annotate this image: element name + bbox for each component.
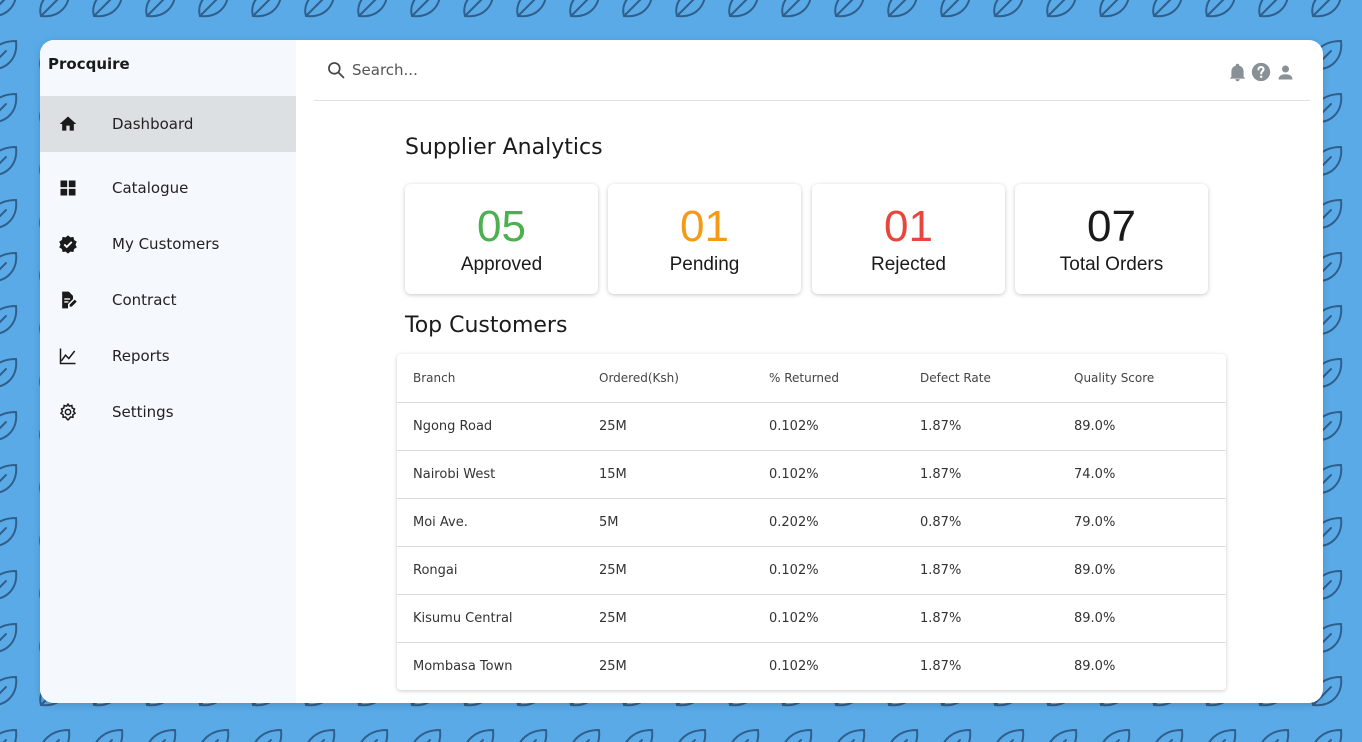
column-header-ordered[interactable]: Ordered(Ksh) bbox=[583, 354, 753, 403]
cell-returned: 0.102% bbox=[753, 450, 904, 499]
sidebar-item-label: My Customers bbox=[112, 235, 220, 253]
cell-branch: Moi Ave. bbox=[397, 498, 583, 547]
column-header-defect-rate[interactable]: Defect Rate bbox=[904, 354, 1058, 403]
sidebar-item-label: Reports bbox=[112, 347, 170, 365]
header-actions bbox=[1226, 61, 1296, 83]
column-header-quality-score[interactable]: Quality Score bbox=[1058, 354, 1226, 403]
sidebar-item-label: Contract bbox=[112, 291, 177, 309]
gear-icon bbox=[58, 402, 78, 422]
cell-defect-rate: 1.87% bbox=[904, 402, 1058, 451]
home-icon bbox=[58, 114, 78, 134]
stat-label: Approved bbox=[460, 254, 543, 275]
sidebar-item-dashboard[interactable]: Dashboard bbox=[40, 96, 296, 152]
brand-logo: Procquire bbox=[48, 55, 130, 73]
cell-defect-rate: 0.87% bbox=[904, 498, 1058, 547]
table-header-row: Branch Ordered(Ksh) % Returned Defect Ra… bbox=[397, 354, 1226, 403]
stat-card-pending: 01 Pending bbox=[608, 184, 801, 294]
cell-branch: Nairobi West bbox=[397, 450, 583, 499]
cell-branch: Ngong Road bbox=[397, 402, 583, 451]
sidebar-item-catalogue[interactable]: Catalogue bbox=[40, 160, 296, 216]
user-icon[interactable] bbox=[1274, 61, 1296, 83]
app-window: Procquire Dashboard Catalogue My Custome… bbox=[40, 40, 1323, 703]
sidebar-item-my-customers[interactable]: My Customers bbox=[40, 216, 296, 272]
top-bar bbox=[314, 40, 1310, 101]
cell-quality-score: 89.0% bbox=[1058, 402, 1226, 451]
table-row[interactable]: Mombasa Town 25M 0.102% 1.87% 89.0% bbox=[397, 642, 1226, 690]
stat-value: 07 bbox=[1087, 202, 1136, 251]
help-icon[interactable] bbox=[1250, 61, 1272, 83]
line-chart-icon bbox=[58, 346, 78, 366]
sidebar-item-label: Dashboard bbox=[112, 115, 194, 133]
bell-icon[interactable] bbox=[1226, 61, 1248, 83]
sidebar: Procquire Dashboard Catalogue My Custome… bbox=[40, 40, 296, 703]
sidebar-item-reports[interactable]: Reports bbox=[40, 328, 296, 384]
document-edit-icon bbox=[58, 290, 78, 310]
cell-ordered: 15M bbox=[583, 450, 753, 499]
cell-ordered: 5M bbox=[583, 498, 753, 547]
stat-card-rejected: 01 Rejected bbox=[812, 184, 1005, 294]
supplier-analytics-title: Supplier Analytics bbox=[405, 135, 603, 160]
cell-ordered: 25M bbox=[599, 658, 627, 674]
cell-returned: 0.202% bbox=[753, 498, 904, 547]
cell-branch: Rongai bbox=[397, 546, 583, 595]
table-row[interactable]: Kisumu Central 25M 0.102% 1.87% 89.0% bbox=[397, 594, 1226, 643]
table-row[interactable]: Ngong Road 25M 0.102% 1.87% 89.0% bbox=[397, 402, 1226, 451]
column-header-branch[interactable]: Branch bbox=[397, 354, 583, 403]
cell-defect-rate: 1.87% bbox=[904, 594, 1058, 643]
cell-returned: 0.102% bbox=[753, 546, 904, 595]
cell-branch: Kisumu Central bbox=[397, 594, 583, 643]
cell-returned: 0.102% bbox=[753, 594, 904, 643]
column-header-returned[interactable]: % Returned bbox=[753, 354, 904, 403]
stat-label: Total Orders bbox=[1059, 254, 1164, 275]
cell-defect-rate: 1.87% bbox=[904, 546, 1058, 595]
cell-returned: 0.102% bbox=[769, 658, 819, 674]
cell-quality-score: 89.0% bbox=[1074, 658, 1116, 674]
top-customers-title: Top Customers bbox=[405, 313, 568, 338]
verified-badge-icon bbox=[58, 234, 78, 254]
search-icon bbox=[326, 60, 346, 80]
stat-value: 01 bbox=[884, 202, 933, 251]
cell-ordered: 25M bbox=[583, 594, 753, 643]
table-row[interactable]: Nairobi West 15M 0.102% 1.87% 74.0% bbox=[397, 450, 1226, 499]
main-content: Supplier Analytics 05 Approved 01 Pendin… bbox=[296, 40, 1323, 703]
stat-label: Rejected bbox=[871, 254, 946, 275]
cell-quality-score: 79.0% bbox=[1058, 498, 1226, 547]
stat-card-total-orders: 07 Total Orders bbox=[1015, 184, 1208, 294]
stat-label: Pending bbox=[669, 254, 740, 275]
sidebar-item-settings[interactable]: Settings bbox=[40, 384, 296, 440]
top-customers-table: Branch Ordered(Ksh) % Returned Defect Ra… bbox=[397, 354, 1226, 690]
sidebar-item-label: Catalogue bbox=[112, 179, 189, 197]
stat-card-approved: 05 Approved bbox=[405, 184, 598, 294]
cell-defect-rate: 1.87% bbox=[920, 658, 962, 674]
search-input[interactable] bbox=[352, 61, 752, 79]
cell-returned: 0.102% bbox=[753, 402, 904, 451]
cell-quality-score: 89.0% bbox=[1058, 546, 1226, 595]
cell-ordered: 25M bbox=[583, 402, 753, 451]
cell-ordered: 25M bbox=[583, 546, 753, 595]
sidebar-item-label: Settings bbox=[112, 403, 174, 421]
sidebar-item-contract[interactable]: Contract bbox=[40, 272, 296, 328]
grid-icon bbox=[58, 178, 78, 198]
cell-quality-score: 74.0% bbox=[1058, 450, 1226, 499]
stat-value: 01 bbox=[680, 202, 729, 251]
cell-quality-score: 89.0% bbox=[1058, 594, 1226, 643]
cell-branch: Mombasa Town bbox=[413, 658, 513, 674]
cell-defect-rate: 1.87% bbox=[904, 450, 1058, 499]
table-row[interactable]: Moi Ave. 5M 0.202% 0.87% 79.0% bbox=[397, 498, 1226, 547]
table-row[interactable]: Rongai 25M 0.102% 1.87% 89.0% bbox=[397, 546, 1226, 595]
stat-value: 05 bbox=[477, 202, 526, 251]
